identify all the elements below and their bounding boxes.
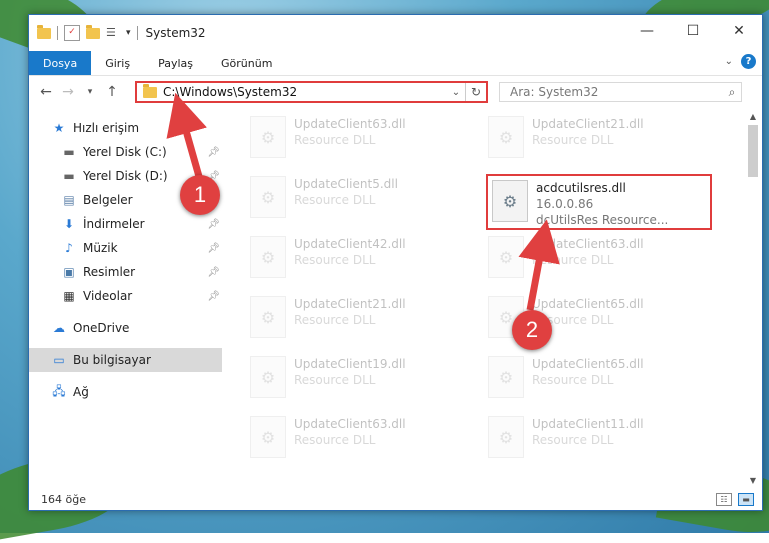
step-badge-1: 1 bbox=[180, 175, 220, 215]
annotation-arrows bbox=[166, 92, 560, 311]
arrow-1 bbox=[166, 92, 207, 181]
step-badge-2: 2 bbox=[512, 310, 552, 350]
arrow-2 bbox=[518, 219, 560, 311]
